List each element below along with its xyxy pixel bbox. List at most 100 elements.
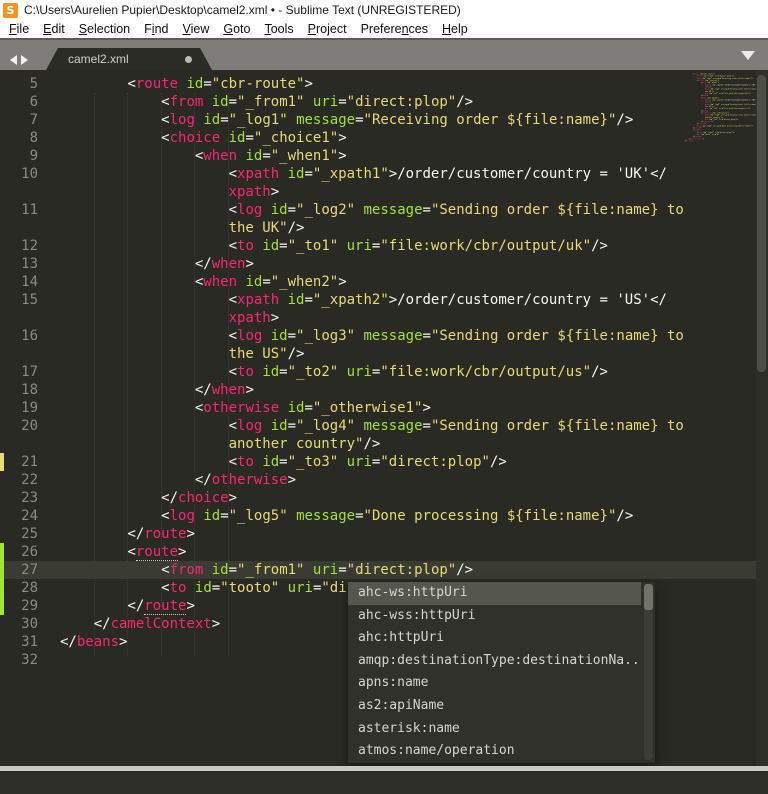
code-text: </route> bbox=[38, 598, 195, 614]
line-number: 32 bbox=[0, 651, 38, 669]
code-row[interactable]: 5 <route id="cbr-route"> bbox=[0, 75, 756, 93]
line-number: 10 bbox=[0, 165, 38, 183]
code-row[interactable]: 10 <xpath id="_xpath1">/order/customer/c… bbox=[0, 165, 756, 183]
code-text: <to id="_to2" uri="file:work/cbr/output/… bbox=[38, 364, 608, 380]
code-row[interactable]: 8 <choice id="_choice1"> bbox=[0, 129, 756, 147]
code-row[interactable]: 24 <log id="_log5" message="Done process… bbox=[0, 507, 756, 525]
code-row[interactable]: 27 <from id="_from1" uri="direct:plop"/> bbox=[0, 561, 756, 579]
code-text: <from id="_from1" uri="direct:plop"/> bbox=[38, 94, 473, 110]
code-row[interactable]: 14 <when id="_when2"> bbox=[0, 273, 756, 291]
line-number: 8 bbox=[0, 129, 38, 147]
menu-selection[interactable]: Selection bbox=[72, 21, 137, 38]
editor-scrollbar-thumb[interactable] bbox=[757, 75, 766, 372]
code-row[interactable]: 32 bbox=[682, 142, 756, 144]
tab-list-dropdown-icon[interactable] bbox=[741, 51, 755, 60]
menu-preferences[interactable]: Preferences bbox=[354, 21, 435, 38]
popup-scrollbar-thumb[interactable] bbox=[644, 584, 653, 610]
autocomplete-item[interactable]: ahc-ws:httpUri bbox=[348, 582, 641, 605]
code-row[interactable]: 26 <route> bbox=[0, 543, 756, 561]
code-text: </choice> bbox=[38, 490, 237, 506]
menu-edit[interactable]: Edit bbox=[36, 21, 72, 38]
code-row[interactable]: 13 </when> bbox=[0, 255, 756, 273]
menu-view[interactable]: View bbox=[175, 21, 216, 38]
line-number: 5 bbox=[0, 75, 38, 93]
code-row[interactable]: 7 <log id="_log1" message="Receiving ord… bbox=[0, 111, 756, 129]
tab-camel2-xml[interactable]: camel2.xml bbox=[46, 48, 212, 70]
code-row[interactable]: the UK"/> bbox=[0, 219, 756, 237]
autocomplete-item[interactable]: amqp:destinationType:destinationNa.. bbox=[348, 650, 641, 673]
code-text: <route> bbox=[38, 544, 186, 560]
code-row[interactable]: 18 </when> bbox=[0, 381, 756, 399]
line-number: 29 bbox=[0, 597, 38, 615]
code-row[interactable]: 9 <when id="_when1"> bbox=[0, 147, 756, 165]
code-row[interactable]: 17 <to id="_to2" uri="file:work/cbr/outp… bbox=[0, 363, 756, 381]
autocomplete-item[interactable]: atmos:name/operation bbox=[348, 740, 641, 763]
code-row[interactable]: xpath> bbox=[0, 309, 756, 327]
line-number: 18 bbox=[0, 381, 38, 399]
code-text: <when id="_when2"> bbox=[38, 274, 347, 290]
code-text: <to id="_to3" uri="direct:plop"/> bbox=[38, 454, 507, 470]
code-row[interactable]: 19 <otherwise id="_otherwise1"> bbox=[0, 399, 756, 417]
code-row[interactable]: 12 <to id="_to1" uri="file:work/cbr/outp… bbox=[0, 237, 756, 255]
code-editor[interactable]: 5 <route id="cbr-route">6 <from id="_fro… bbox=[0, 70, 768, 766]
line-number: 24 bbox=[0, 507, 38, 525]
autocomplete-item[interactable]: asterisk:name bbox=[348, 718, 641, 741]
code-text: <from id="_from1" uri="direct:plop"/> bbox=[38, 562, 473, 578]
line-number: 21 bbox=[0, 453, 38, 471]
code-text: <log id="_log5" message="Done processing… bbox=[38, 508, 633, 524]
autocomplete-item[interactable]: as2:apiName bbox=[348, 695, 641, 718]
code-text: </when> bbox=[38, 256, 254, 272]
line-number: 23 bbox=[0, 489, 38, 507]
line-number: 16 bbox=[0, 327, 38, 345]
code-text: </camelContext> bbox=[38, 616, 220, 632]
code-row[interactable]: 11 <log id="_log2" message="Sending orde… bbox=[0, 201, 756, 219]
code-text: </when> bbox=[38, 382, 254, 398]
code-text: <xpath id="_xpath1">/order/customer/coun… bbox=[38, 166, 667, 182]
tab-nav-back-icon[interactable] bbox=[10, 55, 17, 65]
status-bar: 2 references for 'direct' bbox=[0, 771, 768, 794]
code-row[interactable]: 15 <xpath id="_xpath2">/order/customer/c… bbox=[0, 291, 756, 309]
code-text bbox=[682, 142, 685, 144]
menu-find[interactable]: Find bbox=[137, 21, 175, 38]
menu-help[interactable]: Help bbox=[435, 21, 475, 38]
line-number: 26 bbox=[0, 543, 38, 561]
code-text: <to id="_to1" uri="file:work/cbr/output/… bbox=[38, 238, 608, 254]
menu-file[interactable]: File bbox=[2, 21, 36, 38]
code-row[interactable]: another country"/> bbox=[0, 435, 756, 453]
tab-bar: camel2.xml bbox=[0, 40, 768, 70]
code-text: <log id="_log2" message="Sending order $… bbox=[38, 202, 684, 218]
line-number: 20 bbox=[0, 417, 38, 435]
tab-modified-dot-icon bbox=[185, 56, 192, 63]
tab-label: camel2.xml bbox=[46, 52, 129, 66]
autocomplete-item[interactable]: apns:name bbox=[348, 672, 641, 695]
line-number: 7 bbox=[0, 111, 38, 129]
line-number: 13 bbox=[0, 255, 38, 273]
popup-scrollbar-track[interactable] bbox=[644, 584, 653, 760]
minimap[interactable]: 5 <route id="cbr-route">6 <from id="_fro… bbox=[682, 73, 756, 233]
window-title: C:\Users\Aurelien Pupier\Desktop\camel2.… bbox=[24, 0, 461, 21]
code-row[interactable]: 6 <from id="_from1" uri="direct:plop"/> bbox=[0, 93, 756, 111]
line-number: 9 bbox=[0, 147, 38, 165]
code-row[interactable]: 22 </otherwise> bbox=[0, 471, 756, 489]
code-text: <when id="_when1"> bbox=[38, 148, 347, 164]
code-row[interactable]: the US"/> bbox=[0, 345, 756, 363]
autocomplete-item[interactable]: ahc-wss:httpUri bbox=[348, 605, 641, 628]
gutter-change-marker bbox=[0, 453, 4, 471]
code-row[interactable]: 25 </route> bbox=[0, 525, 756, 543]
code-text: <choice id="_choice1"> bbox=[38, 130, 347, 146]
tab-nav-forward-icon[interactable] bbox=[21, 55, 28, 65]
code-text: <log id="_log3" message="Sending order $… bbox=[38, 328, 684, 344]
code-row[interactable]: xpath> bbox=[0, 183, 756, 201]
menu-goto[interactable]: Goto bbox=[216, 21, 257, 38]
autocomplete-item[interactable]: ahc:httpUri bbox=[348, 627, 641, 650]
editor-scrollbar-track[interactable] bbox=[756, 70, 768, 766]
menu-project[interactable]: Project bbox=[301, 21, 354, 38]
code-row[interactable]: 21 <to id="_to3" uri="direct:plop"/> bbox=[0, 453, 756, 471]
line-number: 17 bbox=[0, 363, 38, 381]
code-row[interactable]: 16 <log id="_log3" message="Sending orde… bbox=[0, 327, 756, 345]
code-text bbox=[38, 652, 60, 668]
code-row[interactable]: 23 </choice> bbox=[0, 489, 756, 507]
line-number: 28 bbox=[0, 579, 38, 597]
menu-tools[interactable]: Tools bbox=[257, 21, 300, 38]
code-row[interactable]: 20 <log id="_log4" message="Sending orde… bbox=[0, 417, 756, 435]
